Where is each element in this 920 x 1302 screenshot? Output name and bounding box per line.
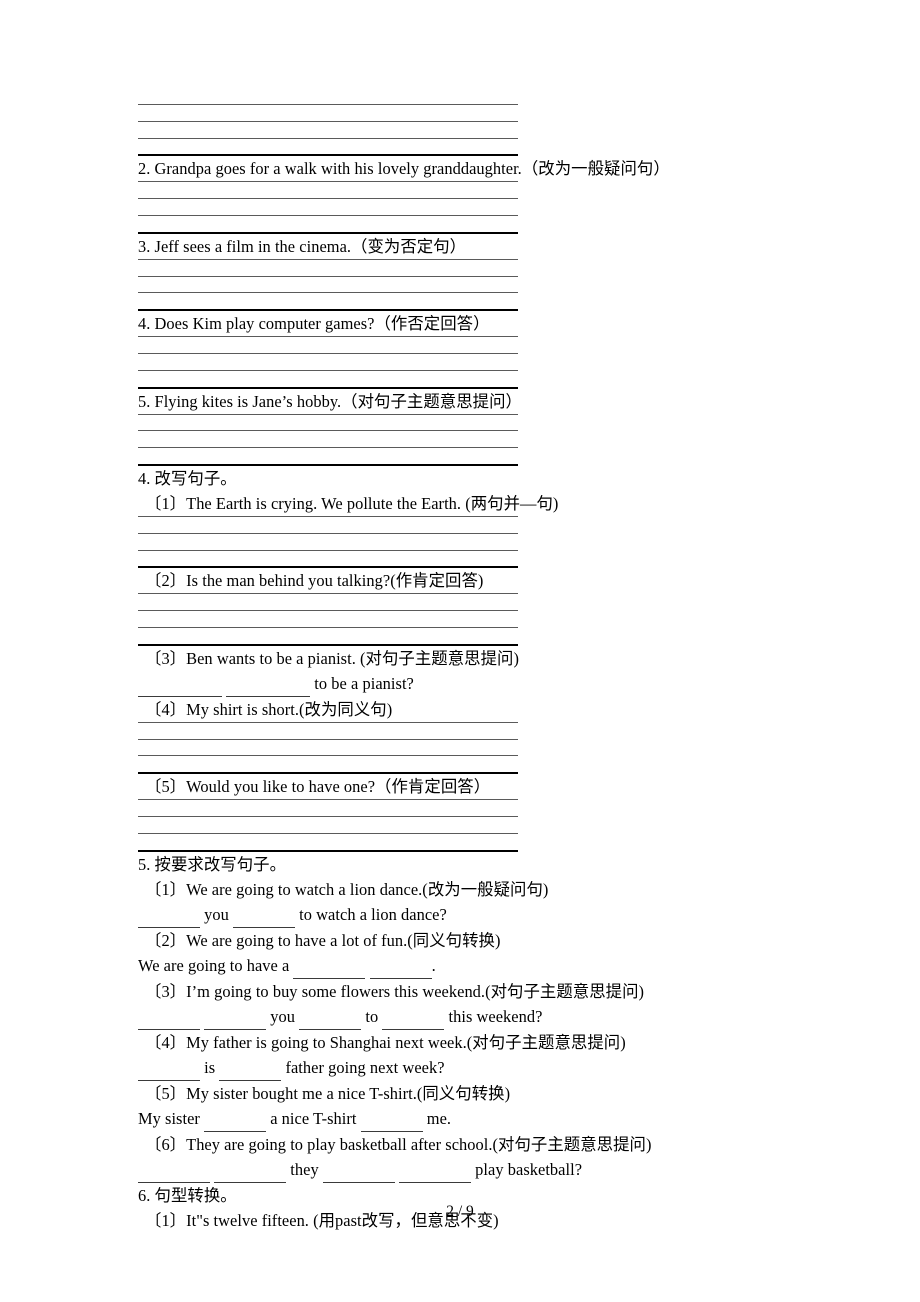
answer-rule bbox=[138, 430, 518, 432]
answer-text: is bbox=[200, 1057, 220, 1077]
answer-lines[interactable] bbox=[138, 799, 518, 852]
fill-in-blank[interactable] bbox=[360, 1106, 423, 1132]
answer-rule bbox=[138, 832, 518, 834]
answer-text: me. bbox=[422, 1108, 452, 1128]
question-line: 2. Grandpa goes for a walk with his love… bbox=[138, 159, 670, 179]
answer-text: you bbox=[200, 904, 234, 924]
answer-lines[interactable] bbox=[138, 721, 518, 775]
answer-text: My sister bbox=[138, 1108, 205, 1128]
section-heading: 5. 按要求改写句子。 bbox=[138, 854, 287, 874]
answer-lines[interactable] bbox=[138, 336, 518, 389]
fill-in-blank[interactable] bbox=[299, 1004, 362, 1030]
answer-rule bbox=[138, 198, 518, 200]
answer-rule bbox=[138, 593, 518, 595]
sub-question: 〔2〕We are going to have a lot of fun.(同义… bbox=[145, 930, 501, 950]
answer-lines[interactable] bbox=[138, 593, 518, 646]
fill-in-answer-line: they play basketball? bbox=[138, 1157, 778, 1183]
answer-text: to bbox=[361, 1006, 383, 1026]
answer-text: to be a pianist? bbox=[310, 673, 414, 693]
answer-rule bbox=[138, 413, 518, 415]
document-body: 2. Grandpa goes for a walk with his love… bbox=[138, 104, 778, 1233]
answer-rule bbox=[138, 275, 518, 277]
fill-in-blank[interactable] bbox=[322, 1157, 395, 1183]
answer-text: you bbox=[266, 1006, 300, 1026]
answer-rule bbox=[138, 610, 518, 612]
sub-question: 〔1〕We are going to watch a lion dance.(改… bbox=[145, 879, 549, 899]
sub-question: 〔4〕My father is going to Shanghai next w… bbox=[145, 1032, 626, 1052]
answer-text: father going next week? bbox=[281, 1057, 445, 1077]
fill-in-blank[interactable] bbox=[138, 1004, 200, 1030]
fill-in-answer-line: you to this weekend? bbox=[138, 1004, 778, 1030]
sub-question: 〔3〕Ben wants to be a pianist. (对句子主题意思提问… bbox=[145, 648, 519, 668]
fill-in-blank[interactable] bbox=[219, 1055, 282, 1081]
fill-in-blank[interactable] bbox=[138, 1157, 210, 1183]
answer-rule bbox=[138, 515, 518, 517]
fill-in-answer-line: to be a pianist? bbox=[138, 671, 778, 697]
answer-text: a nice T-shirt bbox=[266, 1108, 361, 1128]
fill-in-blank[interactable] bbox=[204, 1004, 267, 1030]
fill-in-blank[interactable] bbox=[293, 953, 366, 979]
answer-rule bbox=[138, 214, 518, 216]
answer-lines[interactable] bbox=[138, 515, 518, 569]
worksheet-page: 2. Grandpa goes for a walk with his love… bbox=[0, 0, 920, 1302]
fill-in-answer-line: is father going next week? bbox=[138, 1055, 778, 1081]
fill-in-blank[interactable] bbox=[226, 671, 311, 697]
answer-rule bbox=[138, 120, 518, 122]
answer-rule bbox=[138, 721, 518, 723]
fill-in-answer-line: you to watch a lion dance? bbox=[138, 902, 778, 928]
fill-in-answer-line: We are going to have a . bbox=[138, 953, 778, 979]
answer-rule bbox=[138, 181, 518, 183]
sub-question: 〔3〕I’m going to buy some flowers this we… bbox=[145, 981, 645, 1001]
answer-rule bbox=[138, 549, 518, 551]
sub-question: 〔5〕Would you like to have one?（作肯定回答） bbox=[145, 777, 491, 797]
answer-rule bbox=[138, 626, 518, 628]
answer-text: . bbox=[431, 955, 436, 975]
fill-in-blank[interactable] bbox=[138, 671, 222, 697]
fill-in-blank[interactable] bbox=[214, 1157, 287, 1183]
fill-in-blank[interactable] bbox=[369, 953, 432, 979]
answer-rule bbox=[138, 292, 518, 294]
answer-lines[interactable] bbox=[138, 181, 518, 234]
answer-rule bbox=[138, 755, 518, 757]
sub-question: 〔6〕They are going to play basketball aft… bbox=[145, 1134, 652, 1154]
answer-rule bbox=[138, 352, 518, 354]
section-heading: 4. 改写句子。 bbox=[138, 468, 237, 488]
answer-rule bbox=[138, 799, 518, 801]
page-number: 2 / 9 bbox=[446, 1203, 474, 1220]
answer-rule bbox=[138, 447, 518, 449]
sub-question: 〔5〕My sister bought me a nice T-shirt.(同… bbox=[145, 1083, 511, 1103]
answer-rule bbox=[138, 336, 518, 338]
answer-text: to watch a lion dance? bbox=[295, 904, 447, 924]
answer-rule bbox=[138, 137, 518, 139]
answer-rule bbox=[138, 738, 518, 740]
answer-rule bbox=[138, 369, 518, 371]
question-line: 3. Jeff sees a film in the cinema.（变为否定句… bbox=[138, 236, 467, 256]
sub-question: 〔1〕The Earth is crying. We pollute the E… bbox=[145, 493, 559, 513]
fill-in-blank[interactable] bbox=[399, 1157, 472, 1183]
answer-rule bbox=[138, 532, 518, 534]
fill-in-answer-line: My sister a nice T-shirt me. bbox=[138, 1106, 778, 1132]
answer-rule bbox=[138, 815, 518, 817]
answer-text: they bbox=[286, 1159, 323, 1179]
answer-text: play basketball? bbox=[471, 1159, 583, 1179]
question-line: 5. Flying kites is Jane’s hobby.（对句子主题意思… bbox=[138, 391, 522, 411]
answer-text: We are going to have a bbox=[138, 955, 294, 975]
fill-in-blank[interactable] bbox=[382, 1004, 445, 1030]
answer-lines[interactable] bbox=[138, 104, 518, 157]
sub-question: 〔2〕Is the man behind you talking?(作肯定回答) bbox=[145, 571, 484, 591]
fill-in-blank[interactable] bbox=[233, 902, 296, 928]
fill-in-blank[interactable] bbox=[138, 902, 200, 928]
question-line: 4. Does Kim play computer games?（作否定回答） bbox=[138, 314, 490, 334]
answer-lines[interactable] bbox=[138, 258, 518, 312]
fill-in-blank[interactable] bbox=[204, 1106, 267, 1132]
sub-question: 〔4〕My shirt is short.(改为同义句) bbox=[145, 699, 393, 719]
answer-rule bbox=[138, 104, 518, 105]
answer-lines[interactable] bbox=[138, 413, 518, 466]
fill-in-blank[interactable] bbox=[138, 1055, 200, 1081]
answer-rule bbox=[138, 258, 518, 260]
answer-text: this weekend? bbox=[444, 1006, 543, 1026]
